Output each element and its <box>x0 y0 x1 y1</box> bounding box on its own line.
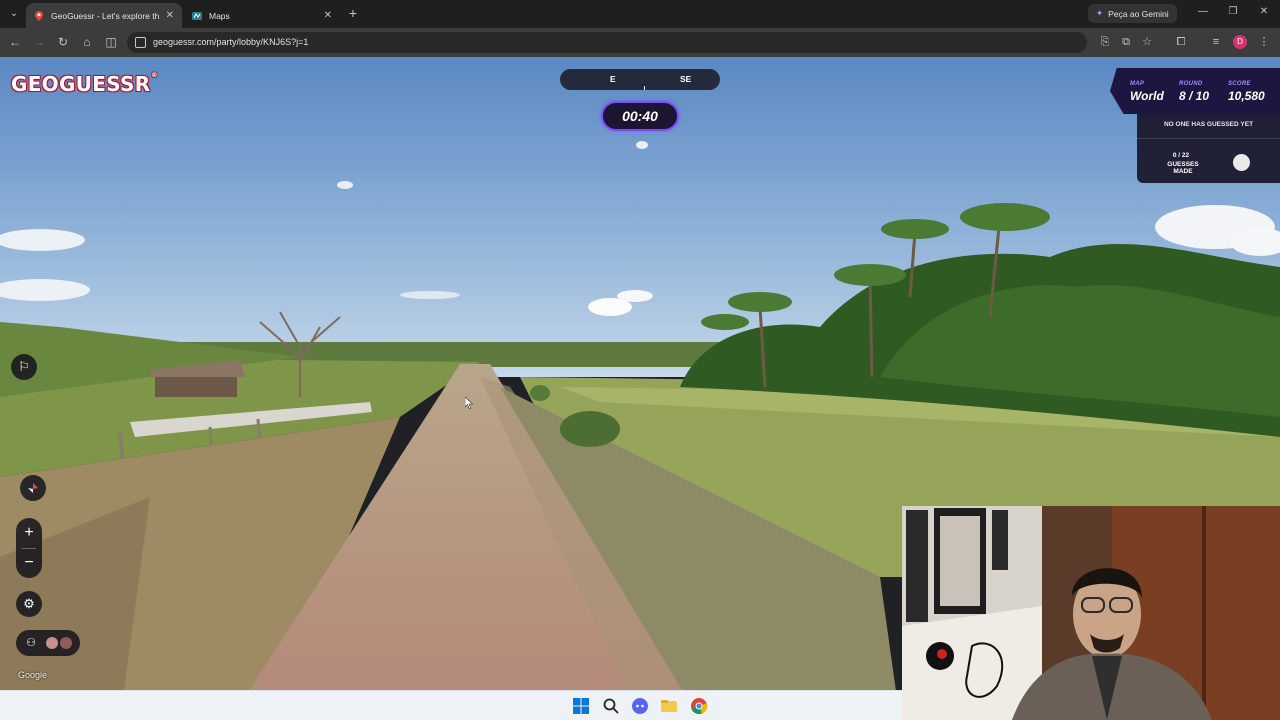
score-value: 10,580 <box>1228 89 1265 103</box>
map-label: MAP <box>1130 81 1145 87</box>
settings-button[interactable]: ⚙ <box>16 591 42 617</box>
site-info-icon[interactable] <box>135 37 146 48</box>
translate-icon[interactable]: ⎘ <box>1098 35 1112 49</box>
compass-button[interactable] <box>20 475 46 501</box>
url-text: geoguessr.com/party/lobby/KNJ6S?j=1 <box>153 37 309 47</box>
timer-value: 00:40 <box>622 108 658 124</box>
browser-toolbar: ← → ↻ ⌂ ◫ geoguessr.com/party/lobby/KNJ6… <box>0 28 1280 57</box>
flag-icon: ⚐ <box>18 359 30 374</box>
more-menu-icon[interactable]: ⋮ <box>1257 35 1271 49</box>
tab-menu-icon[interactable]: ≡ <box>1209 35 1223 49</box>
gemini-button[interactable]: ✦ Peça ao Gemini <box>1088 4 1177 23</box>
windows-taskbar <box>0 690 902 720</box>
compass-bar: E SE <box>560 69 720 90</box>
player-avatar <box>60 637 72 649</box>
file-explorer-icon[interactable] <box>660 697 678 715</box>
address-bar[interactable]: geoguessr.com/party/lobby/KNJ6S?j=1 <box>127 32 1087 53</box>
gemini-label: Peça ao Gemini <box>1108 8 1169 19</box>
guesses-label: GUESSES MADE <box>1167 161 1199 175</box>
round-value: 8 / 10 <box>1179 89 1210 103</box>
cast-icon[interactable]: ⧉ <box>1119 35 1133 49</box>
tab-geoguessr[interactable]: GeoGuessr - Let's explore the w ✕ <box>26 3 182 28</box>
zoom-controls: + − <box>16 518 42 578</box>
game-status-panel: MAP World ROUND 8 / 10 SCORE 10,580 <box>1110 68 1280 114</box>
tab-search-icon[interactable]: ⌄ <box>6 5 22 21</box>
guesses-panel: NO ONE HAS GUESSED YET 0 / 22 GUESSES MA… <box>1137 114 1280 183</box>
window-close-icon[interactable]: ✕ <box>1257 6 1271 17</box>
tab-title: GeoGuessr - Let's explore the w <box>51 10 159 21</box>
compass-direction-southeast: SE <box>680 74 692 84</box>
search-icon[interactable] <box>602 697 620 715</box>
zoom-out-button[interactable]: − <box>16 549 42 577</box>
party-members-button[interactable]: ⚇ <box>16 630 80 656</box>
home-icon[interactable]: ⌂ <box>80 35 94 49</box>
compass-direction-east: E <box>610 74 616 84</box>
gear-icon: ⚙ <box>23 596 35 611</box>
panel-divider <box>1137 138 1280 139</box>
browser-tabstrip: ⌄ GeoGuessr - Let's explore the w ✕ Maps… <box>0 0 1280 28</box>
geoguessr-pin-icon <box>35 10 43 21</box>
maps-icon <box>192 11 202 20</box>
tab-maps[interactable]: Maps ✕ <box>184 3 340 28</box>
new-tab-button[interactable]: + <box>345 6 361 22</box>
guess-status-indicator[interactable] <box>1233 154 1250 171</box>
tab-close-icon[interactable]: ✕ <box>166 10 174 21</box>
logo-text: GEOGUESSR <box>11 72 151 96</box>
bookmark-star-icon[interactable]: ☆ <box>1140 35 1154 49</box>
profile-avatar[interactable]: D <box>1233 35 1247 49</box>
player-avatar <box>46 637 58 649</box>
guesses-count: 0 / 22 <box>1172 152 1190 159</box>
map-stat: MAP World <box>1130 81 1164 103</box>
people-icon: ⚇ <box>26 637 36 649</box>
tab-close-icon[interactable]: ✕ <box>324 10 332 21</box>
webcam-feed-image <box>902 506 1280 720</box>
forward-icon[interactable]: → <box>32 35 46 49</box>
score-stat: SCORE 10,580 <box>1228 81 1265 103</box>
score-label: SCORE <box>1228 81 1251 87</box>
minimize-icon[interactable]: — <box>1196 6 1210 17</box>
geoguessr-logo[interactable]: GEOGUESSR® <box>11 72 158 96</box>
windows-start-icon[interactable] <box>572 697 590 715</box>
split-view-icon[interactable]: ◫ <box>104 35 118 49</box>
webcam-overlay <box>902 506 1280 720</box>
chrome-icon[interactable] <box>690 697 708 715</box>
zoom-in-button[interactable]: + <box>16 519 42 547</box>
extensions-icon[interactable]: ⧠ <box>1174 35 1188 49</box>
google-attribution: Google <box>18 670 48 680</box>
no-guess-message: NO ONE HAS GUESSED YET <box>1163 121 1254 128</box>
round-timer: 00:40 <box>601 101 679 131</box>
round-label: ROUND <box>1179 81 1203 87</box>
round-stat: ROUND 8 / 10 <box>1179 81 1209 103</box>
compass-needle <box>644 86 645 90</box>
report-location-button[interactable]: ⚐ <box>11 354 37 380</box>
restore-icon[interactable]: ❐ <box>1226 6 1240 17</box>
registered-mark-icon: ® <box>151 72 158 79</box>
gemini-sparkle-icon: ✦ <box>1096 8 1104 18</box>
tab-title: Maps <box>209 10 230 21</box>
mouse-cursor-icon <box>465 397 473 409</box>
map-value: World <box>1130 89 1164 103</box>
back-icon[interactable]: ← <box>8 35 22 49</box>
reload-icon[interactable]: ↻ <box>56 35 70 49</box>
compass-needle-icon <box>28 483 38 493</box>
discord-icon[interactable] <box>631 697 649 715</box>
